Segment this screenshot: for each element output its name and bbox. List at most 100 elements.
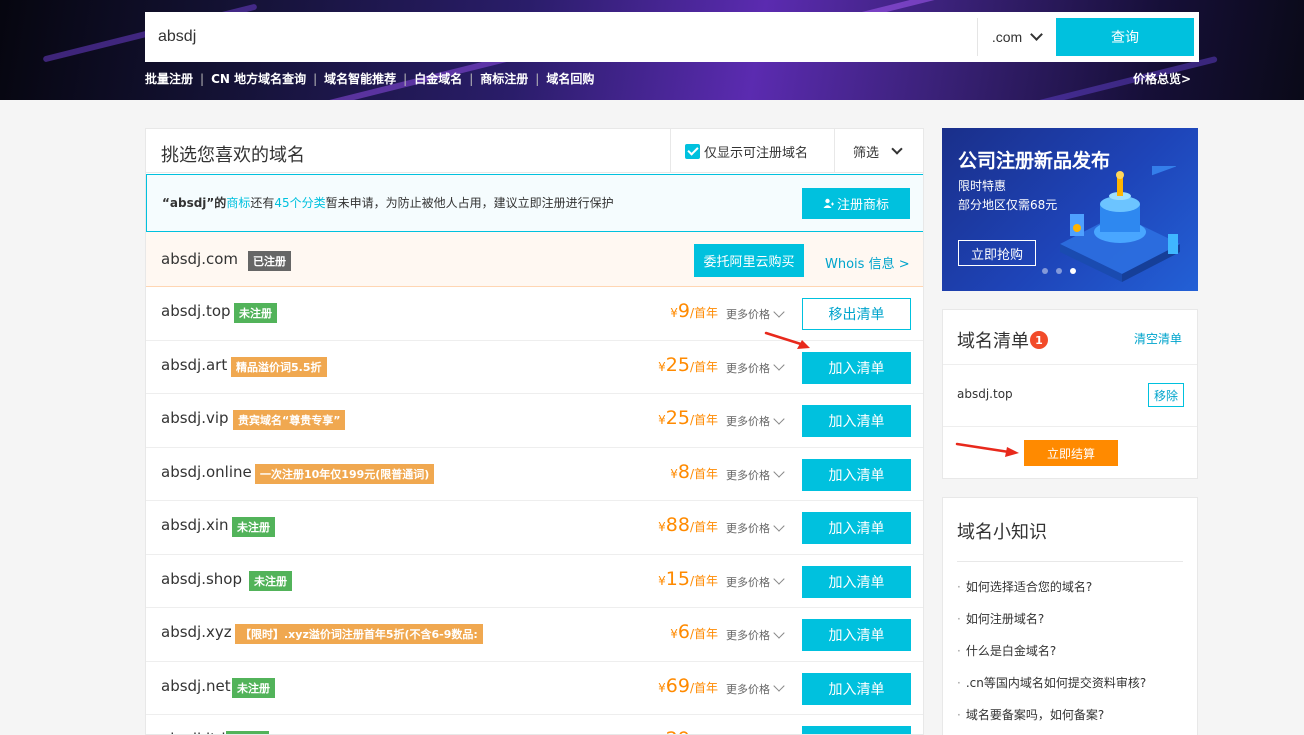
more-prices-label: 更多价格 (726, 468, 770, 482)
more-prices-toggle[interactable]: 更多价格 (726, 519, 785, 536)
add-to-cart-button[interactable]: 加入清单 (802, 619, 911, 651)
tip-label: 什么是白金域名? (965, 644, 1057, 658)
price: ¥6/首年 (670, 621, 718, 643)
domain-name: absdj.xyz (161, 623, 232, 641)
price-unit: /首年 (689, 466, 718, 481)
filter-dropdown[interactable]: 筛选 (834, 129, 923, 173)
price-value: 15 (665, 567, 690, 590)
domain-tag: 贵宾域名“尊贵专享” (233, 410, 346, 430)
currency-symbol: ¥ (658, 680, 666, 695)
domain-search-input[interactable] (145, 12, 975, 62)
clear-cart-link[interactable]: 清空清单 (1134, 330, 1182, 347)
nav-link-buyback[interactable]: 域名回购 (546, 70, 594, 87)
currency-symbol: ¥ (670, 306, 678, 320)
more-prices-toggle[interactable]: 更多价格 (726, 305, 785, 322)
promo-buy-button[interactable]: 立即抢购 (958, 240, 1036, 266)
price-overview-link[interactable]: 价格总览> (1133, 70, 1191, 87)
cart-count-badge: 1 (1030, 331, 1048, 349)
domain-result-panel: 挑选您喜欢的域名 仅显示可注册域名 筛选 “absdj”的商标还有45个分类暂未… (145, 128, 924, 735)
price: ¥15/首年 (658, 568, 718, 590)
tip-link[interactable]: · 如何选择适合您的域名? (957, 578, 1092, 595)
more-prices-toggle[interactable]: 更多价格 (726, 412, 785, 429)
domain-tag: 未注册 (234, 303, 277, 323)
add-to-cart-button[interactable]: 加入清单 (802, 405, 911, 437)
tip-link[interactable]: · 域名要备案吗，如何备案? (957, 706, 1104, 723)
nav-link-platinum[interactable]: 白金域名 (414, 70, 462, 87)
more-prices-toggle[interactable]: 更多价格 (726, 359, 785, 376)
nav-link-smart[interactable]: 域名智能推荐 (324, 70, 396, 87)
price: ¥9/首年 (670, 300, 718, 322)
suffix-select[interactable]: .com (977, 18, 1055, 56)
tip-label: 如何注册域名? (965, 612, 1045, 626)
only-available-toggle[interactable]: 仅显示可注册域名 (670, 129, 834, 173)
more-prices-toggle[interactable]: 更多价格 (726, 573, 785, 590)
add-to-cart-button[interactable]: 加入清单 (802, 565, 911, 598)
panel-title: 挑选您喜欢的域名 (161, 145, 305, 166)
domain-name: absdj.xin (161, 516, 229, 534)
chevron-down-icon (773, 412, 785, 425)
chevron-down-icon (773, 680, 785, 692)
trademark-link[interactable]: 商标 (226, 196, 250, 210)
divider (957, 561, 1183, 562)
price: ¥69/首年 (658, 675, 718, 697)
more-prices-toggle[interactable]: 更多价格 (726, 466, 785, 483)
add-to-cart-button[interactable]: 加入清单 (802, 351, 911, 384)
search-button[interactable]: 查询 (1056, 18, 1194, 56)
chevron-down-icon (773, 359, 785, 371)
domain-row: absdj.xin 未注册 ¥88/首年 更多价格 加入清单 (146, 501, 923, 555)
more-prices-toggle[interactable]: 更多价格 (726, 626, 785, 643)
add-to-cart-button[interactable]: 加入清单 (802, 672, 911, 705)
domain-tag: 【限时】.xyz溢价词注册首年5折(不含6-9数品: (235, 624, 483, 644)
checkout-button[interactable]: 立即结算 (1024, 440, 1118, 466)
nav-link-cn-local[interactable]: CN 地方域名查询 (211, 70, 306, 87)
more-prices-toggle[interactable]: 更多价格 (726, 680, 785, 697)
trademark-notice-text: “absdj”的商标还有45个分类暂未申请，为防止被他人占用，建议立即注册进行保… (162, 194, 614, 211)
price-value: 69 (665, 674, 690, 697)
currency-symbol: ¥ (658, 520, 666, 534)
proxy-purchase-button[interactable]: 委托阿里云购买 (694, 244, 804, 277)
checkbox-checked-icon[interactable] (685, 143, 700, 159)
notice-suffix: 暂未申请，为防止被他人占用，建议立即注册进行保护 (325, 196, 614, 210)
domain-tag: 未注册 (232, 517, 275, 537)
remove-from-cart-button[interactable]: 移出清单 (802, 298, 911, 330)
carousel-dot[interactable] (1042, 268, 1048, 274)
domain-row: absdj.net 未注册 ¥69/首年 更多价格 加入清单 (146, 662, 923, 715)
header-banner: .com 查询 批量注册| CN 地方域名查询| 域名智能推荐| 白金域名| 商… (0, 0, 1304, 100)
nav-link-trademark[interactable]: 商标注册 (480, 70, 528, 87)
cart-title-label: 域名清单 (957, 331, 1029, 352)
carousel-dot-active[interactable] (1070, 268, 1076, 274)
chevron-down-icon (1030, 28, 1044, 41)
currency-symbol: ¥ (670, 627, 678, 641)
categories-link[interactable]: 45个分类 (274, 196, 325, 210)
nav-link-bulk[interactable]: 批量注册 (145, 70, 193, 87)
price-unit: /首年 (689, 680, 718, 695)
carousel-dots (1042, 268, 1076, 274)
tip-link[interactable]: · 如何注册域名? (957, 610, 1044, 627)
price-unit: /首年 (689, 306, 718, 320)
remove-item-button[interactable]: 移除 (1148, 383, 1184, 407)
chevron-down-icon (773, 466, 785, 478)
domain-tag: 一次注册10年仅199元(限普通词) (255, 463, 435, 484)
domain-row: absdj.xyz 【限时】.xyz溢价词注册首年5折(不含6-9数品: ¥6/首年… (146, 608, 923, 662)
annotation-arrow-icon (955, 442, 1019, 457)
tip-link[interactable]: · .cn等国内域名如何提交资料审核? (957, 674, 1146, 691)
domain-row: absdj.shop 未注册 ¥15/首年 更多价格 加入清单 (146, 555, 923, 608)
tips-title: 域名小知识 (957, 522, 1047, 543)
whois-link[interactable]: Whois 信息 > (825, 253, 910, 272)
add-to-cart-button[interactable]: 加入清单 (802, 512, 911, 544)
add-to-cart-button[interactable]: 加入清单 (802, 726, 911, 734)
domain-tips: 域名小知识 · 如何选择适合您的域名? · 如何注册域名? · 什么是白金域名? ·.… (942, 497, 1198, 735)
annotation-arrow-icon (764, 331, 810, 349)
tip-link[interactable]: · 什么是白金域名? (957, 642, 1056, 659)
currency-symbol: ¥ (658, 359, 666, 374)
add-to-cart-button[interactable]: 加入清单 (802, 458, 911, 491)
panel-header: 挑选您喜欢的域名 仅显示可注册域名 筛选 (146, 129, 923, 173)
more-prices-label: 更多价格 (726, 629, 770, 642)
promo-banner[interactable]: 公司注册新品发布 限时特惠 部分地区仅需68元 立即抢购 (942, 128, 1198, 291)
domain-tag: 未注册 (226, 731, 269, 734)
carousel-dot[interactable] (1056, 268, 1062, 274)
notice-prefix: “absdj”的 (162, 196, 227, 210)
domain-name: absdj.top (161, 302, 231, 320)
price: ¥8/首年 (670, 461, 718, 483)
register-trademark-button[interactable]: 注册商标 (802, 188, 910, 219)
